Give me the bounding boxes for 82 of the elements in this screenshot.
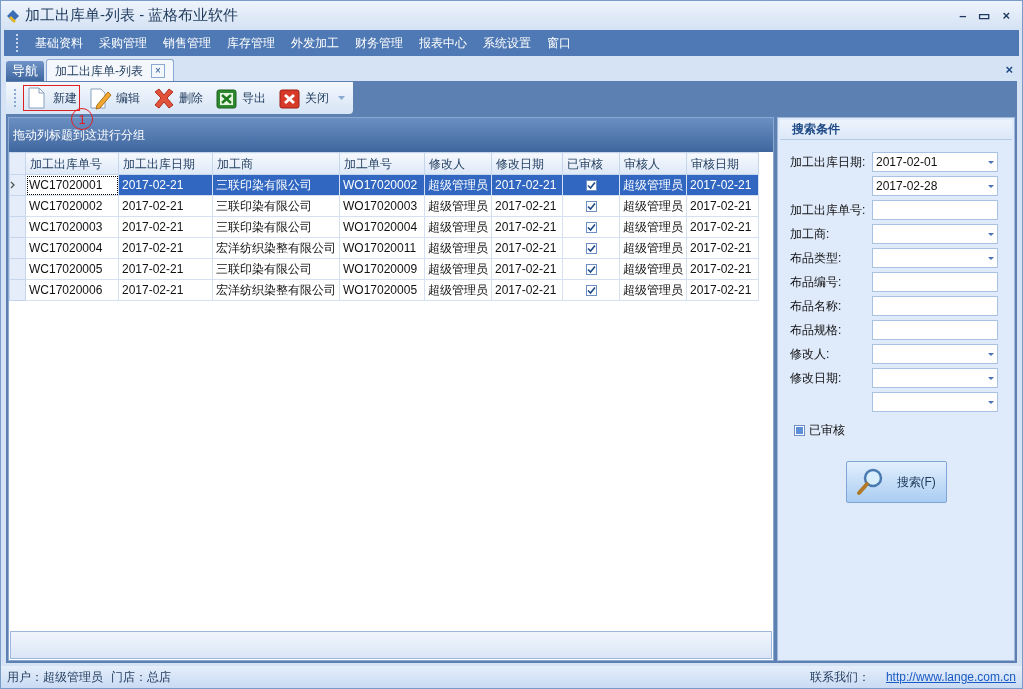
overflow-dropdown-button[interactable] [338,96,345,100]
toolbar-button[interactable]: 导出 [212,85,269,111]
row-header[interactable] [9,195,26,217]
column-header[interactable]: 加工商 [212,152,340,175]
dropdown-arrow-icon[interactable] [988,352,994,356]
tab-close-button[interactable]: × [151,63,165,78]
field-label: 加工出库单号: [790,202,867,219]
input-field[interactable] [872,296,998,316]
toolbar-button[interactable]: 新建 [23,85,80,111]
tab[interactable]: 导航 [6,61,44,81]
menu-item[interactable]: 外发加工 [283,34,347,52]
column-header[interactable]: 审核人 [619,152,687,175]
toolbar-button[interactable]: 编辑 [86,85,143,111]
close-button[interactable]: × [1002,5,1010,26]
field-label: 加工商: [790,226,831,243]
close-all-tabs-button[interactable]: × [1005,60,1013,80]
dropdown-arrow-icon[interactable] [988,256,994,260]
website-link[interactable]: http://www.lange.com.cn [885,668,1016,686]
contact-label: 联系我们： [809,669,870,686]
field-label: 布品规格: [790,322,843,339]
menu-item[interactable]: 销售管理 [155,34,219,52]
column-header[interactable]: 修改人 [424,152,492,175]
dropdown-arrow-icon[interactable] [988,232,994,236]
grip-handle[interactable] [16,34,19,52]
input-field[interactable] [872,200,998,220]
dropdown-field[interactable] [872,248,998,268]
tab[interactable]: 加工出库单-列表 × [46,59,174,81]
row-header[interactable] [9,258,26,280]
menu-item[interactable]: 财务管理 [347,34,411,52]
dropdown-arrow-icon[interactable] [988,184,994,188]
spreadsheet-icon [215,86,238,110]
status-user: 用户：超级管理员 [7,669,103,686]
search-button[interactable]: 搜索(F) [845,461,947,503]
toolbar-button[interactable]: 删除 [149,85,206,111]
field-label: 修改日期: [790,370,843,387]
dropdown-field[interactable] [872,368,998,388]
column-header[interactable]: 修改日期 [491,152,563,175]
column-header[interactable]: 加工单号 [339,152,425,175]
menu-item[interactable]: 库存管理 [219,34,283,52]
column-header[interactable]: 已审核 [562,152,620,175]
row-header[interactable] [9,279,26,301]
field-label: 布品类型: [790,250,843,267]
minimize-button[interactable]: – [959,5,967,26]
field-label: 布品名称: [790,298,843,315]
grip-handle[interactable] [14,89,17,107]
dropdown-field[interactable] [872,224,998,244]
dropdown-field[interactable]: 2017-02-28 [872,176,998,196]
menu-item[interactable]: 报表中心 [411,34,475,52]
menu-item[interactable]: 基础资料 [27,34,91,52]
checkbox[interactable] [794,424,805,436]
input-field[interactable] [872,320,998,340]
maximize-button[interactable]: ▭ [978,5,991,26]
dropdown-arrow-icon[interactable] [988,160,994,164]
app-logo-icon [5,7,21,24]
toolbar-button[interactable]: 关闭 [275,85,332,111]
field-label: 加工出库日期: [790,154,867,171]
dropdown-arrow-icon[interactable] [988,376,994,380]
row-header[interactable] [9,237,26,259]
close-icon [278,86,301,110]
field-label: 布品编号: [790,274,843,291]
dropdown-field[interactable]: 2017-02-01 [872,152,998,172]
dropdown-field[interactable] [872,344,998,364]
checkbox-label: 已审核 [809,422,845,439]
input-field[interactable] [872,272,998,292]
column-header[interactable]: 审核日期 [686,152,759,175]
menu-item[interactable]: 系统设置 [475,34,539,52]
row-header [9,152,26,175]
dropdown-field[interactable] [872,392,998,412]
column-header[interactable]: 加工出库单号 [25,152,119,175]
menu-item[interactable]: 采购管理 [91,34,155,52]
status-store: 门店：总店 [111,669,171,686]
field-label: 修改人: [790,346,831,363]
search-icon [854,467,885,497]
row-header[interactable] [9,216,26,238]
menu-item[interactable]: 窗口 [539,34,579,52]
pencil-document-icon [89,86,112,110]
row-header[interactable] [9,174,26,196]
cross-icon [152,86,175,110]
window-title: 加工出库单-列表 - 蓝格布业软件 [25,5,239,26]
dropdown-arrow-icon[interactable] [988,400,994,404]
panel-title: 搜索条件 [780,120,1012,140]
column-header[interactable]: 加工出库日期 [118,152,213,175]
